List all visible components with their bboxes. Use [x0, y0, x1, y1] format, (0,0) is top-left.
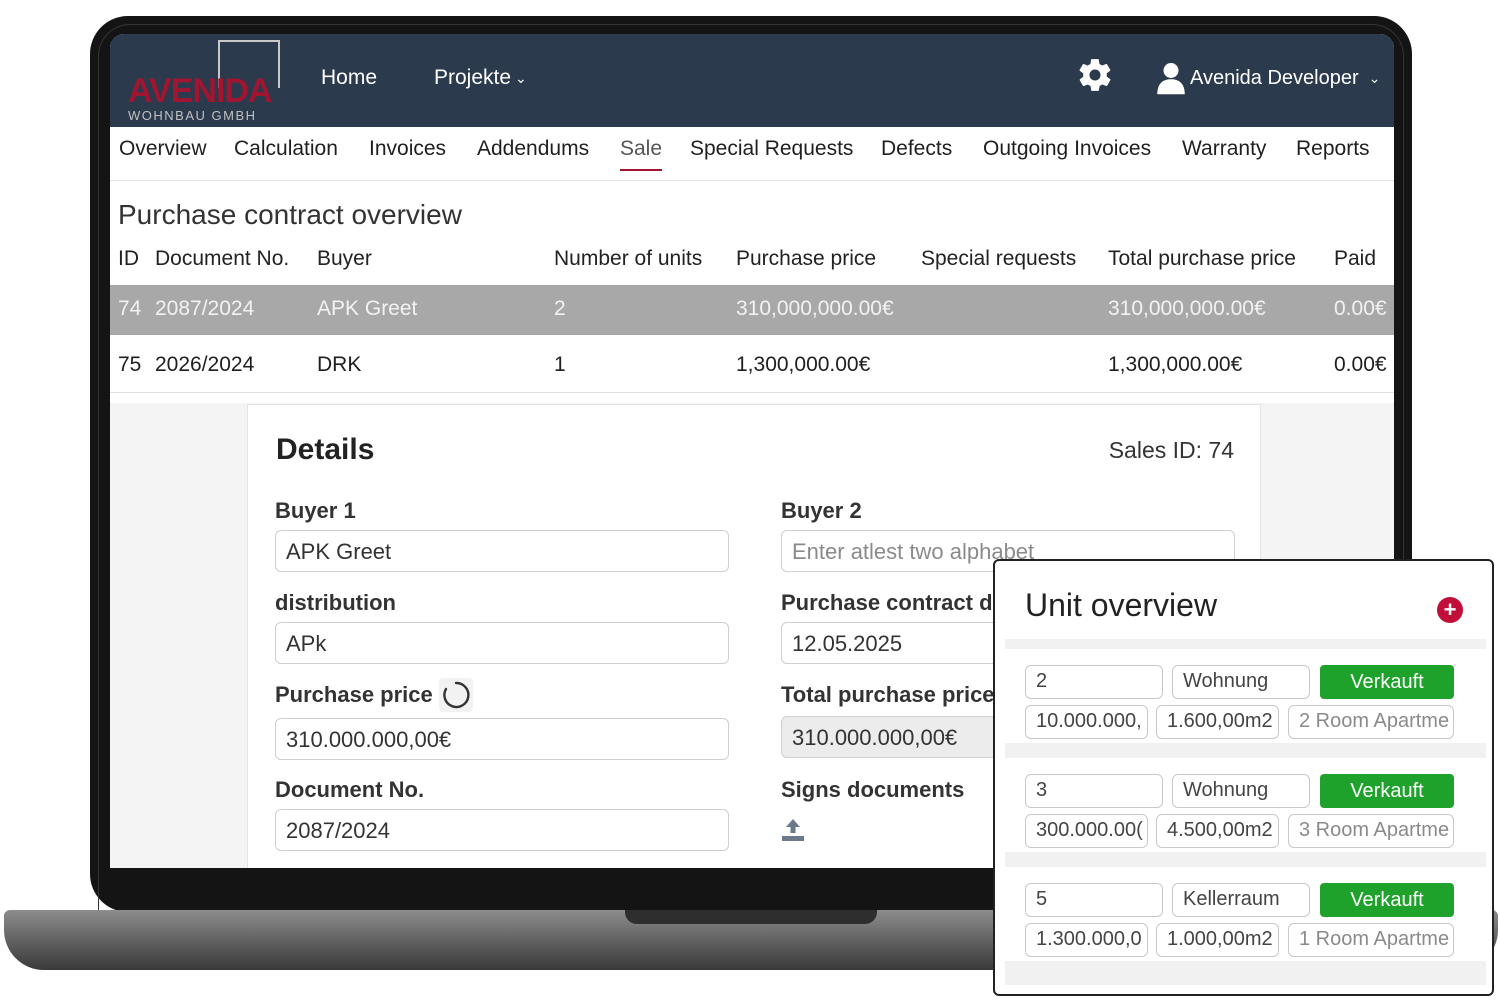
- cell-paid: 0.00€: [1334, 353, 1387, 376]
- unit-price-field[interactable]: 300.000.00(: [1025, 814, 1148, 848]
- cell-buyer: DRK: [317, 353, 362, 376]
- unit-card: 3 Wohnung Verkauft 300.000.00( 4.500,00m…: [1005, 758, 1486, 852]
- project-tabs: Overview Calculation Invoices Addendums …: [110, 127, 1394, 181]
- unit-description-field[interactable]: 3 Room Apartme: [1288, 814, 1454, 848]
- cell-price: 310,000,000.00€: [736, 297, 894, 320]
- unit-description-field[interactable]: 2 Room Apartme: [1288, 705, 1454, 739]
- cell-total: 1,300,000.00€: [1108, 353, 1243, 376]
- unit-overview-panel: Unit overview + 2 Wohnung Verkauft 10.00…: [993, 559, 1494, 996]
- tab-calculation[interactable]: Calculation: [234, 137, 338, 161]
- buyer1-label: Buyer 1: [275, 498, 356, 523]
- cell-units: 2: [554, 297, 566, 320]
- user-name: Avenida Developer: [1190, 66, 1359, 89]
- sold-status-button[interactable]: Verkauft: [1320, 774, 1454, 808]
- purchase-price-field[interactable]: 310.000.000,00€: [275, 718, 729, 760]
- cell-total: 310,000,000.00€: [1108, 297, 1266, 320]
- logo-subtext: WOHNBAU GMBH: [128, 108, 257, 123]
- unit-area-field[interactable]: 4.500,00m2: [1156, 814, 1279, 848]
- column-header-total: Total purchase price: [1108, 247, 1296, 270]
- purchase-price-label: Purchase price: [275, 682, 433, 707]
- tab-warranty[interactable]: Warranty: [1182, 137, 1266, 161]
- column-header-price: Purchase price: [736, 247, 877, 270]
- unit-overview-body: Unit overview + 2 Wohnung Verkauft 10.00…: [1005, 575, 1486, 985]
- unit-description-field[interactable]: 1 Room Apartme: [1288, 923, 1454, 957]
- cell-price: 1,300,000.00€: [736, 353, 871, 376]
- purchase-contract-table: Purchase contract overview ID Document N…: [110, 181, 1394, 403]
- unit-price-field[interactable]: 10.000.000,: [1025, 705, 1148, 739]
- column-header-document: Document No.: [155, 247, 290, 270]
- unit-area-field[interactable]: 1.000,00m2: [1156, 923, 1279, 957]
- unit-area-field[interactable]: 1.600,00m2: [1156, 705, 1279, 739]
- cell-paid: 0.00€: [1334, 297, 1387, 320]
- tab-reports[interactable]: Reports: [1296, 137, 1370, 161]
- cell-id: 74: [118, 297, 142, 320]
- cell-id: 75: [118, 353, 142, 376]
- total-price-label: Total purchase price: [781, 682, 995, 707]
- gear-icon[interactable]: [1076, 56, 1114, 94]
- column-header-buyer: Buyer: [317, 247, 372, 270]
- unit-price-field[interactable]: 1.300.000,0: [1025, 923, 1148, 957]
- distribution-field[interactable]: APk: [275, 622, 729, 664]
- sold-status-button[interactable]: Verkauft: [1320, 883, 1454, 917]
- details-title: Details: [276, 433, 375, 466]
- column-header-units: Number of units: [554, 247, 703, 270]
- tab-overview[interactable]: Overview: [119, 137, 207, 161]
- unit-overview-title: Unit overview: [1025, 587, 1218, 623]
- unit-card: 2 Wohnung Verkauft 10.000.000, 1.600,00m…: [1005, 649, 1486, 743]
- cell-buyer: APK Greet: [317, 297, 418, 320]
- buyer2-label: Buyer 2: [781, 498, 862, 523]
- brand-logo[interactable]: AVENIDA WOHNBAU GMBH: [128, 40, 284, 123]
- unit-number-field[interactable]: 2: [1025, 665, 1163, 699]
- tab-special-requests[interactable]: Special Requests: [690, 137, 853, 161]
- document-no-field[interactable]: 2087/2024: [275, 809, 729, 851]
- nav-projects-label: Projekte: [434, 66, 512, 89]
- top-navbar: AVENIDA WOHNBAU GMBH Home Projekte ⌄ Aven…: [110, 34, 1394, 127]
- nav-home[interactable]: Home: [321, 66, 377, 90]
- sales-id: Sales ID: 74: [1108, 437, 1234, 463]
- logo-text: AVENIDA: [128, 72, 272, 110]
- unit-number-field[interactable]: 3: [1025, 774, 1163, 808]
- spinner-icon: [439, 678, 473, 712]
- chevron-down-icon: ⌄: [1368, 69, 1381, 86]
- chevron-down-icon: ⌄: [515, 69, 527, 86]
- column-header-id: ID: [118, 247, 139, 270]
- cell-units: 1: [554, 353, 566, 376]
- distribution-label: distribution: [275, 590, 396, 615]
- cell-document: 2026/2024: [155, 353, 255, 376]
- tab-defects[interactable]: Defects: [881, 137, 952, 161]
- user-menu[interactable]: Avenida Developer ⌄: [1156, 60, 1380, 96]
- column-header-paid: Paid: [1334, 247, 1377, 270]
- user-icon: [1157, 63, 1185, 95]
- sold-status-button[interactable]: Verkauft: [1320, 665, 1454, 699]
- contract-date-label: Purchase contract d: [781, 590, 993, 615]
- unit-type-field[interactable]: Wohnung: [1172, 665, 1310, 699]
- column-header-special: Special requests: [921, 247, 1077, 270]
- tab-addendums[interactable]: Addendums: [477, 137, 589, 161]
- table-row-selected[interactable]: 74 2087/2024 APK Greet 2 310,000,000.00€…: [110, 285, 1394, 335]
- tab-outgoing-invoices[interactable]: Outgoing Invoices: [983, 137, 1151, 161]
- unit-card: 5 Kellerraum Verkauft 1.300.000,0 1.000,…: [1005, 867, 1486, 961]
- buyer1-field[interactable]: APK Greet: [275, 530, 729, 572]
- tab-invoices[interactable]: Invoices: [369, 137, 446, 161]
- upload-icon[interactable]: [781, 817, 805, 843]
- plus-circle-icon[interactable]: +: [1437, 597, 1463, 623]
- unit-overview-header: Unit overview +: [1005, 575, 1486, 639]
- table-row[interactable]: 75 2026/2024 DRK 1 1,300,000.00€ 1,300,0…: [110, 341, 1394, 393]
- nav-projects[interactable]: Projekte ⌄: [434, 66, 527, 90]
- page-title: Purchase contract overview: [118, 199, 462, 230]
- unit-number-field[interactable]: 5: [1025, 883, 1163, 917]
- tab-sale[interactable]: Sale: [620, 137, 663, 171]
- document-no-label: Document No.: [275, 777, 425, 802]
- unit-type-field[interactable]: Wohnung: [1172, 774, 1310, 808]
- cell-document: 2087/2024: [155, 297, 255, 320]
- unit-type-field[interactable]: Kellerraum: [1172, 883, 1310, 917]
- signs-documents-label: Signs documents: [781, 777, 965, 802]
- laptop-notch: [625, 910, 877, 924]
